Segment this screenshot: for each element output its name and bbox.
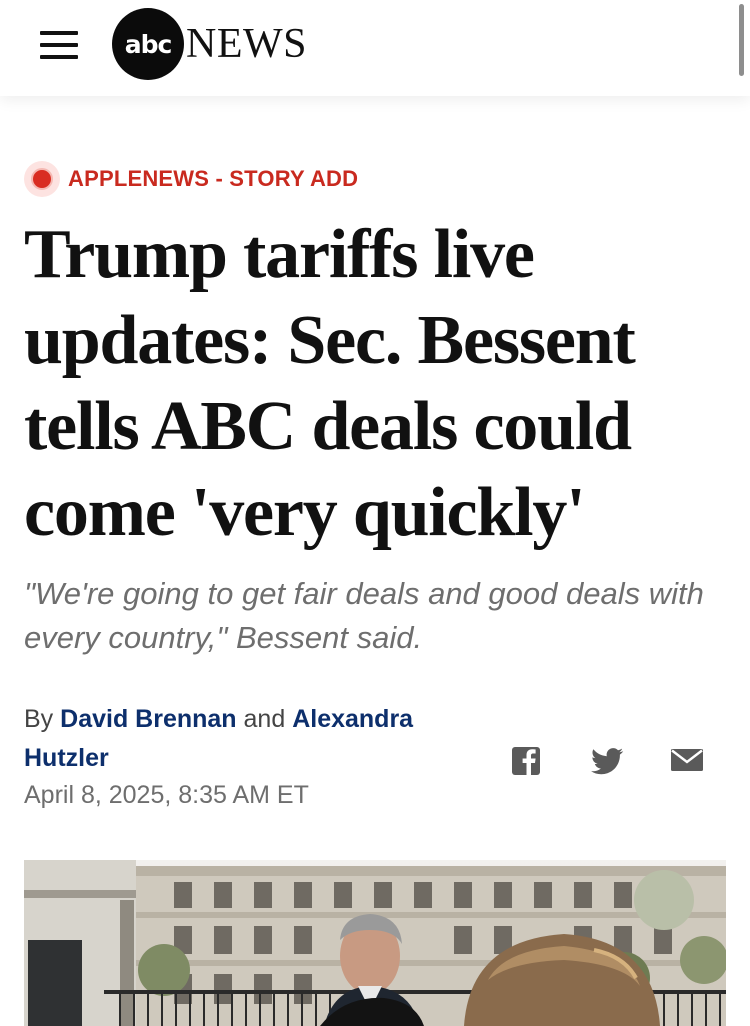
photo-scene [24, 860, 726, 1026]
abc-news-logo[interactable]: abc NEWS [112, 8, 307, 80]
scrollbar[interactable] [739, 4, 744, 76]
twitter-icon[interactable] [590, 744, 624, 776]
story-kicker: APPLENEWS - STORY ADD [24, 161, 358, 197]
article-headline: Trump tariffs live updates: Sec. Bessent… [24, 216, 636, 551]
logo-wordmark: NEWS [186, 21, 307, 67]
author-link-david-brennan[interactable]: David Brennan [60, 705, 236, 733]
live-indicator-icon [24, 161, 60, 197]
article-lead-photo[interactable] [24, 860, 726, 1026]
byline: By David Brennan and Alexandra Hutzler [24, 700, 484, 778]
logo-disc: abc [112, 8, 184, 80]
publish-timestamp: April 8, 2025, 8:35 AM ET [24, 781, 309, 809]
email-icon[interactable] [670, 744, 704, 776]
byline-prefix: By [24, 705, 54, 733]
facebook-icon[interactable] [512, 744, 540, 776]
menu-icon[interactable] [38, 29, 82, 61]
byline-conjunction: and [243, 705, 286, 733]
article-subheadline: "We're going to get fair deals and good … [24, 576, 704, 655]
kicker-label: APPLENEWS - STORY ADD [68, 166, 359, 191]
site-header: abc NEWS [0, 0, 750, 96]
